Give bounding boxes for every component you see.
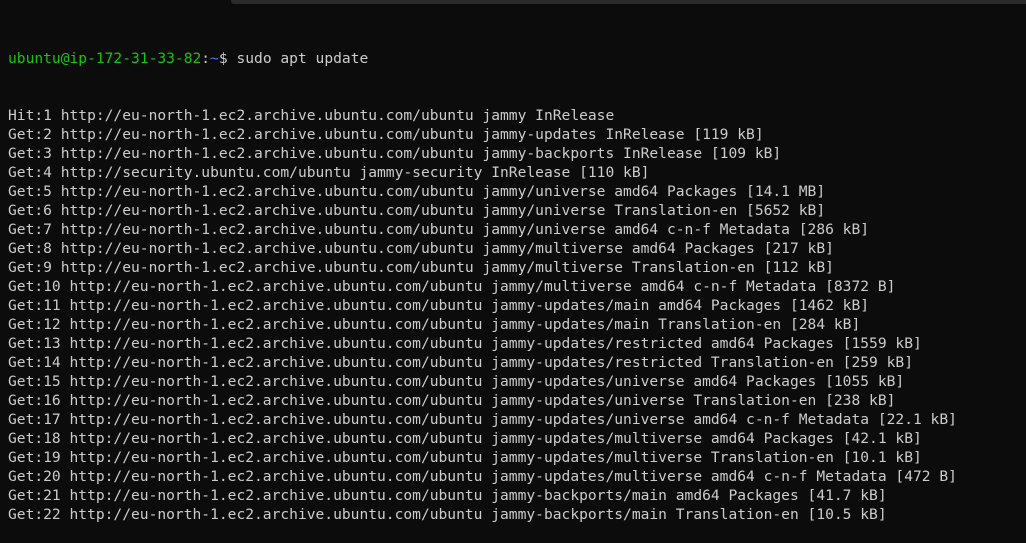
output-line: Get:15 http://eu-north-1.ec2.archive.ubu… [8, 373, 905, 390]
terminal-output[interactable]: ubuntu@ip-172-31-33-82:~$ sudo apt updat… [8, 11, 957, 543]
output-line: Get:10 http://eu-north-1.ec2.archive.ubu… [8, 278, 896, 295]
output-line: Get:16 http://eu-north-1.ec2.archive.ubu… [8, 392, 896, 409]
prompt-path: ~ [210, 50, 219, 67]
output-line: Get:21 http://eu-north-1.ec2.archive.ubu… [8, 487, 887, 504]
prompt-symbol: $ [218, 50, 237, 67]
output-line: Hit:1 http://eu-north-1.ec2.archive.ubun… [8, 107, 615, 124]
output-line: Get:12 http://eu-north-1.ec2.archive.ubu… [8, 316, 861, 333]
output-line: Get:6 http://eu-north-1.ec2.archive.ubun… [8, 202, 826, 219]
output-line: Get:4 http://security.ubuntu.com/ubuntu … [8, 164, 650, 181]
prompt-line: ubuntu@ip-172-31-33-82:~$ sudo apt updat… [8, 49, 957, 68]
output-line: Get:2 http://eu-north-1.ec2.archive.ubun… [8, 126, 764, 143]
output-line: Get:13 http://eu-north-1.ec2.archive.ubu… [8, 335, 922, 352]
output-line: Get:18 http://eu-north-1.ec2.archive.ubu… [8, 430, 922, 447]
command-text: sudo apt update [236, 50, 369, 67]
prompt-separator: : [201, 50, 211, 67]
output-line: Get:5 http://eu-north-1.ec2.archive.ubun… [8, 183, 826, 200]
output-line: Get:19 http://eu-north-1.ec2.archive.ubu… [8, 449, 922, 466]
output-line: Get:7 http://eu-north-1.ec2.archive.ubun… [8, 221, 870, 238]
output-line: Get:17 http://eu-north-1.ec2.archive.ubu… [8, 411, 957, 428]
output-line: Get:8 http://eu-north-1.ec2.archive.ubun… [8, 240, 834, 257]
output-line: Get:11 http://eu-north-1.ec2.archive.ubu… [8, 297, 870, 314]
output-line: Get:22 http://eu-north-1.ec2.archive.ubu… [8, 506, 887, 523]
output-line: Get:14 http://eu-north-1.ec2.archive.ubu… [8, 354, 913, 371]
output-line: Get:3 http://eu-north-1.ec2.archive.ubun… [8, 145, 782, 162]
output-line: Get:9 http://eu-north-1.ec2.archive.ubun… [8, 259, 834, 276]
window-tab-strip [231, 0, 1026, 4]
prompt-user-host: ubuntu@ip-172-31-33-82 [8, 50, 202, 67]
output-line: Get:20 http://eu-north-1.ec2.archive.ubu… [8, 468, 957, 485]
